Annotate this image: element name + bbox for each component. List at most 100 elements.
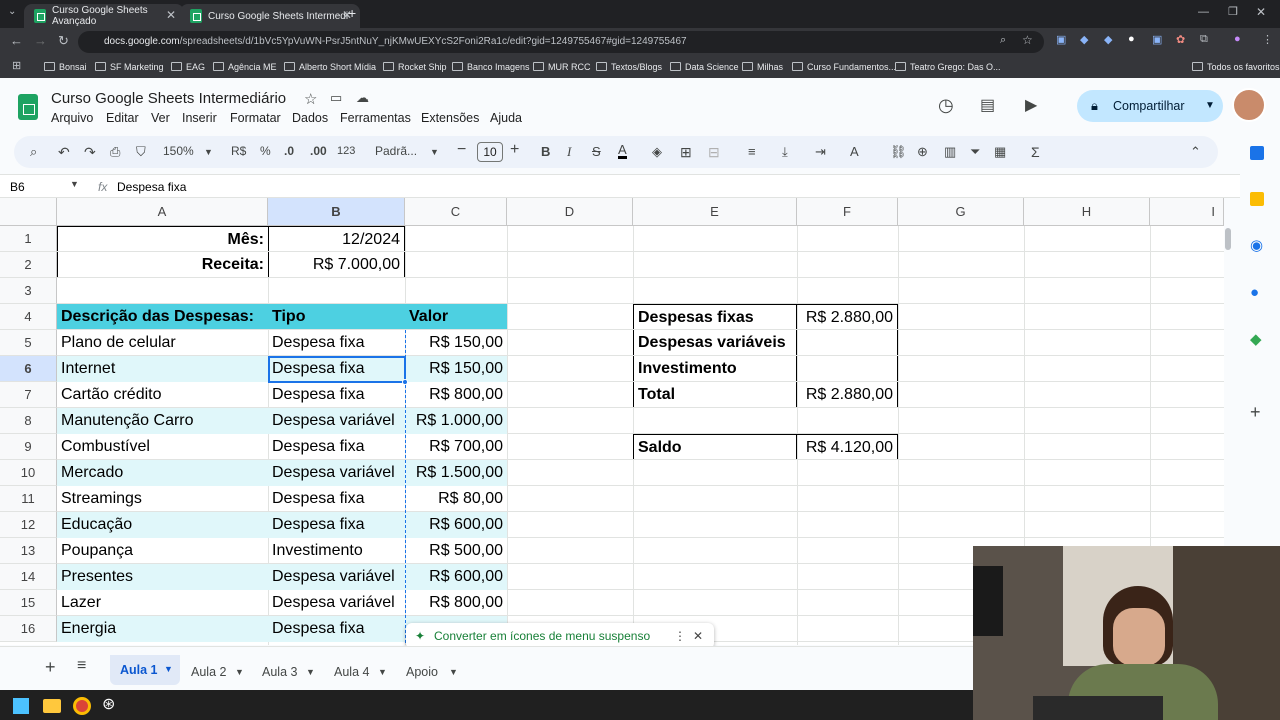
bookmark-item[interactable]: Teatro Grego: Das O... [895, 62, 1001, 72]
expense-type[interactable]: Despesa fixa [268, 434, 405, 460]
vertical-align-icon[interactable]: ⤓ [782, 144, 788, 160]
tasks-icon[interactable]: ◉ [1250, 236, 1263, 254]
cell-a2[interactable]: Receita: [57, 252, 268, 278]
row-header[interactable]: 14 [0, 564, 57, 590]
expense-type[interactable]: Despesa variável [268, 564, 405, 590]
vertical-scrollbar[interactable] [1225, 228, 1231, 250]
paint-format-icon[interactable]: ⛉ [136, 144, 146, 160]
expense-type[interactable]: Despesa fixa [268, 512, 405, 538]
chevron-down-icon[interactable]: ▼ [164, 664, 173, 674]
expense-value[interactable]: R$ 500,00 [405, 538, 507, 564]
menu-extensoes[interactable]: Extensões [421, 111, 479, 125]
column-header[interactable]: C [405, 198, 507, 226]
row-header[interactable]: 7 [0, 382, 57, 408]
merge-cells-icon[interactable]: ⊟ [708, 144, 720, 161]
expense-type[interactable]: Despesa fixa [268, 486, 405, 512]
row-header[interactable]: 8 [0, 408, 57, 434]
forward-icon[interactable]: → [34, 33, 47, 48]
expense-value[interactable]: R$ 80,00 [405, 486, 507, 512]
zoom-select[interactable]: 150% [163, 144, 194, 158]
expense-type[interactable]: Despesa fixa [268, 616, 405, 642]
chevron-down-icon[interactable]: ▼ [306, 667, 315, 677]
extension-icon[interactable]: ▣ [1056, 33, 1066, 46]
move-folder-icon[interactable]: ▭ [330, 90, 342, 106]
row-header[interactable]: 10 [0, 460, 57, 486]
formula-input[interactable]: Despesa fixa [117, 180, 186, 194]
url-input[interactable]: docs.google.com/spreadsheets/d/1bVc5YpVu… [78, 31, 1044, 53]
tab-aula-1[interactable]: Aula 1 ▼ [110, 655, 180, 685]
chevron-down-icon[interactable]: ▼ [378, 667, 387, 677]
row-header[interactable]: 12 [0, 512, 57, 538]
functions-icon[interactable]: Σ [1031, 144, 1040, 160]
summary-value[interactable] [797, 330, 898, 356]
expense-value[interactable]: R$ 600,00 [405, 564, 507, 590]
expense-description[interactable]: Manutenção Carro [57, 408, 268, 434]
filter-views-icon[interactable]: ▦ [994, 144, 1006, 160]
tab-aula-3[interactable]: Aula 3 [262, 665, 297, 679]
apps-grid-icon[interactable]: ⊞ [12, 59, 21, 72]
maps-icon[interactable]: ◆ [1250, 330, 1262, 348]
bookmark-item[interactable]: Alberto Short Mídia [284, 62, 376, 72]
expense-value[interactable]: R$ 1.500,00 [405, 460, 507, 486]
tab-apoio[interactable]: Apoio [406, 665, 438, 679]
expense-description[interactable]: Lazer [57, 590, 268, 616]
tab-list-icon[interactable]: ⌄ [8, 6, 16, 17]
bookmark-item[interactable]: Agência ME [213, 62, 277, 72]
expense-description[interactable]: Plano de celular [57, 330, 268, 356]
row-header[interactable]: 13 [0, 538, 57, 564]
bookmark-item[interactable]: Curso Fundamentos... [792, 62, 896, 72]
bookmark-item[interactable]: Textos/Blogs [596, 62, 662, 72]
expense-description[interactable]: Internet [57, 356, 268, 382]
redo-icon[interactable]: ↷ [84, 144, 96, 161]
tab-aula-2[interactable]: Aula 2 [191, 665, 226, 679]
column-header[interactable]: G [898, 198, 1024, 226]
menu-editar[interactable]: Editar [106, 111, 139, 125]
expense-value[interactable]: R$ 800,00 [405, 382, 507, 408]
expense-description[interactable]: Poupança [57, 538, 268, 564]
zoom-icon[interactable]: ⌕ [1000, 34, 1006, 47]
chevron-down-icon[interactable]: ▼ [449, 667, 458, 677]
row-header[interactable]: 5 [0, 330, 57, 356]
column-header[interactable]: A [57, 198, 268, 226]
cloud-status-icon[interactable]: ☁ [356, 90, 369, 106]
expense-description[interactable]: Energia [57, 616, 268, 642]
puzzle-icon[interactable]: ⧉ [1200, 33, 1208, 46]
search-menus-icon[interactable]: ⌕ [30, 144, 37, 160]
row-header[interactable]: 4 [0, 304, 57, 330]
meet-icon[interactable]: ▶ [1025, 95, 1037, 115]
restore-icon[interactable]: ❐ [1228, 5, 1238, 18]
expense-value[interactable]: R$ 700,00 [405, 434, 507, 460]
minimize-icon[interactable]: — [1198, 6, 1209, 18]
borders-icon[interactable]: ⊞ [680, 144, 692, 161]
reload-icon[interactable]: ↻ [58, 33, 69, 49]
star-icon[interactable]: ☆ [304, 90, 317, 108]
chart-icon[interactable]: ▥ [944, 144, 956, 160]
profile-icon[interactable]: ● [1234, 33, 1241, 45]
font-size-input[interactable]: 10 [477, 142, 503, 162]
column-header[interactable]: E [633, 198, 797, 226]
expense-description[interactable]: Combustível [57, 434, 268, 460]
strikethrough-icon[interactable]: S [592, 144, 601, 159]
summary-label[interactable]: Total [633, 382, 797, 408]
row-header[interactable]: 11 [0, 486, 57, 512]
saldo-label[interactable]: Saldo [633, 434, 797, 460]
link-icon[interactable]: ⛓ [890, 144, 907, 160]
bookmark-item[interactable]: Data Science [670, 62, 739, 72]
column-header[interactable]: B [268, 198, 405, 226]
browser-tab-2[interactable]: Curso Google Sheets Intermedi ✕ [180, 4, 360, 28]
share-button[interactable]: 🔒︎ Compartilhar ▼ [1077, 90, 1223, 122]
summary-label[interactable]: Investimento [633, 356, 797, 382]
more-vert-icon[interactable]: ⋮ [1262, 33, 1273, 46]
font-size-increase-icon[interactable]: + [510, 141, 519, 159]
extension-icon[interactable]: ◆ [1080, 33, 1088, 46]
cell-b2[interactable]: R$ 7.000,00 [268, 252, 405, 278]
expense-value[interactable]: R$ 800,00 [405, 590, 507, 616]
expense-type[interactable]: Despesa fixa [268, 330, 405, 356]
format-currency-button[interactable]: R$ [231, 144, 246, 158]
select-all-corner[interactable] [0, 198, 57, 226]
column-header[interactable]: D [507, 198, 633, 226]
expense-description[interactable]: Streamings [57, 486, 268, 512]
cell-b1[interactable]: 12/2024 [268, 226, 405, 252]
expense-type[interactable]: Investimento [268, 538, 405, 564]
chevron-down-icon[interactable]: ▼ [70, 179, 79, 189]
